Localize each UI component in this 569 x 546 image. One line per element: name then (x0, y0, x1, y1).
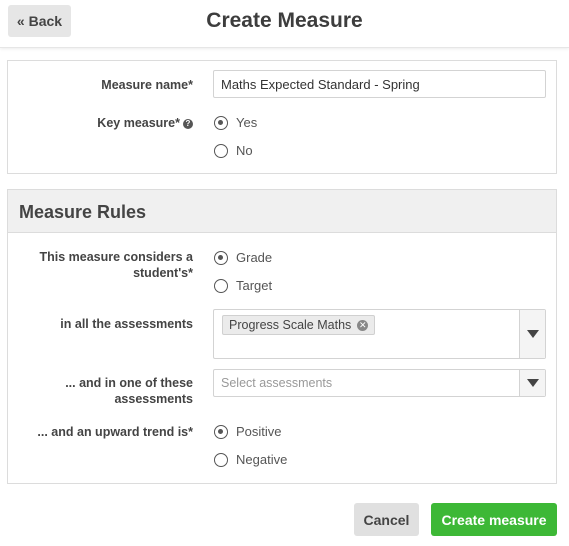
radio-label: Positive (236, 424, 282, 439)
considers-label-line1: This measure considers a (39, 250, 193, 264)
radio-label: Grade (236, 250, 273, 265)
trend-positive-radio[interactable]: Positive (214, 424, 282, 439)
cancel-button[interactable]: Cancel (354, 503, 419, 536)
radio-label: Negative (236, 452, 288, 467)
key-measure-yes-radio[interactable]: Yes (214, 115, 257, 130)
radio-checked-icon (214, 115, 228, 130)
considers-target-radio[interactable]: Target (214, 278, 272, 293)
one-of-assessments-select[interactable]: Select assessments (213, 369, 546, 397)
key-measure-no-radio[interactable]: No (214, 143, 253, 158)
measure-details-panel: Measure name* Key measure*? Yes No (7, 60, 557, 174)
upward-trend-label: ... and an upward trend is* (37, 425, 193, 439)
trend-negative-radio[interactable]: Negative (214, 452, 287, 467)
chip-label: Progress Scale Maths (229, 318, 352, 332)
measure-rules-panel: Measure Rules This measure considers a s… (7, 189, 557, 484)
radio-label: No (236, 143, 253, 158)
one-of-label: ... and in one of these assessments (8, 375, 193, 407)
all-assessments-label: in all the assessments (60, 317, 193, 331)
help-icon[interactable]: ? (183, 119, 193, 129)
key-measure-label-text: Key measure* (97, 116, 180, 130)
dropdown-arrow-icon[interactable] (519, 370, 545, 396)
radio-unchecked-icon (214, 278, 228, 293)
radio-checked-icon (214, 250, 228, 265)
radio-label: Target (236, 278, 273, 293)
selected-assessment-chip: Progress Scale Maths ✕ (222, 315, 376, 335)
dropdown-arrow-icon[interactable] (519, 310, 545, 358)
one-of-label-line2: assessments (114, 392, 193, 406)
remove-chip-icon[interactable]: ✕ (357, 320, 369, 331)
measure-name-label: Measure name* (101, 78, 193, 92)
measure-name-input[interactable] (213, 70, 546, 98)
radio-checked-icon (214, 424, 228, 439)
measure-rules-heading: Measure Rules (8, 190, 556, 233)
create-measure-button[interactable]: Create measure (431, 503, 557, 536)
considers-label-line2: student's* (133, 266, 193, 280)
considers-label: This measure considers a student's* (8, 249, 193, 281)
key-measure-label: Key measure*? (8, 115, 193, 131)
select-placeholder: Select assessments (221, 376, 333, 390)
radio-unchecked-icon (214, 452, 228, 467)
top-bar: « Back Create Measure (0, 0, 569, 48)
radio-unchecked-icon (214, 143, 228, 158)
considers-grade-radio[interactable]: Grade (214, 250, 272, 265)
radio-label: Yes (236, 115, 258, 130)
all-assessments-select[interactable]: Progress Scale Maths ✕ (213, 309, 546, 359)
one-of-label-line1: ... and in one of these (65, 376, 193, 390)
page-title: Create Measure (206, 9, 363, 32)
